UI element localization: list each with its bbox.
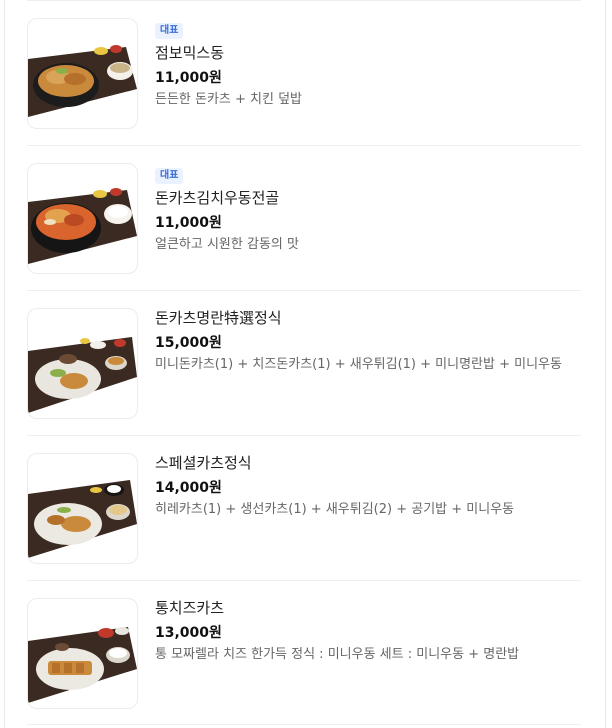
menu-item-name: 점보믹스동: [155, 44, 225, 62]
menu-item-name: 통치즈카츠: [155, 599, 225, 617]
cheese-katsu-set-photo: [27, 598, 138, 709]
signature-badge: 대표: [155, 23, 184, 39]
kimchi-udon-hotpot-photo: [27, 163, 138, 274]
menu-item-price: 11,000원: [155, 215, 222, 231]
menu-item-name: 스페셜카츠정식: [155, 454, 252, 472]
menu-item-name: 돈카츠김치우동전골: [155, 189, 280, 207]
right-divider: [605, 0, 606, 728]
menu-item-cheese-katsu[interactable]: 통치즈카츠 13,000원 통 모짜렐라 치즈 한가득 정식 : 미니우동 세트…: [27, 580, 581, 725]
menu-item-info: 돈카츠명란特選정식 15,000원 미니돈카츠(1) + 치즈돈카츠(1) + …: [155, 308, 581, 374]
menu-page: 대표 점보믹스동 11,000원 든든한 돈카츠 + 치킨 덮밥 대표 돈카츠김…: [0, 0, 612, 728]
menu-item-description: 미니돈카츠(1) + 치즈돈카츠(1) + 새우튀김(1) + 미니명란밥 + …: [155, 357, 562, 372]
menu-item-description: 얼큰하고 시원한 감동의 맛: [155, 237, 299, 252]
menu-item-info: 스페셜카츠정식 14,000원 히레카츠(1) + 생선카츠(1) + 새우튀김…: [155, 453, 581, 519]
menu-item-description: 통 모짜렐라 치즈 한가득 정식 : 미니우동 세트 : 미니우동 + 명란밥: [155, 647, 520, 662]
menu-item-info: 대표 점보믹스동 11,000원 든든한 돈카츠 + 치킨 덮밥: [155, 18, 581, 109]
special-katsu-set-photo: [27, 453, 138, 564]
menu-item-price: 11,000원: [155, 70, 222, 86]
menu-item-description: 든든한 돈카츠 + 치킨 덮밥: [155, 92, 303, 107]
menu-item-jumbo-mix[interactable]: 대표 점보믹스동 11,000원 든든한 돈카츠 + 치킨 덮밥: [27, 0, 581, 145]
menu-item-kimchi-udon[interactable]: 대표 돈카츠김치우동전골 11,000원 얼큰하고 시원한 감동의 맛: [27, 145, 581, 290]
menu-item-description: 히레카츠(1) + 생선카츠(1) + 새우튀김(2) + 공기밥 + 미니우동: [155, 502, 515, 517]
left-divider: [4, 0, 5, 728]
menu-item-info: 대표 돈카츠김치우동전골 11,000원 얼큰하고 시원한 감동의 맛: [155, 163, 581, 254]
mentaiko-set-photo: [27, 308, 138, 419]
jumbo-mix-bowl-photo: [27, 18, 138, 129]
signature-badge: 대표: [155, 168, 184, 184]
menu-item-name: 돈카츠명란特選정식: [155, 309, 282, 327]
menu-list: 대표 점보믹스동 11,000원 든든한 돈카츠 + 치킨 덮밥 대표 돈카츠김…: [27, 0, 581, 725]
menu-item-info: 통치즈카츠 13,000원 통 모짜렐라 치즈 한가득 정식 : 미니우동 세트…: [155, 598, 581, 664]
menu-item-price: 15,000원: [155, 335, 222, 351]
menu-item-price: 13,000원: [155, 625, 222, 641]
menu-item-price: 14,000원: [155, 480, 222, 496]
menu-item-special-katsu-set[interactable]: 스페셜카츠정식 14,000원 히레카츠(1) + 생선카츠(1) + 새우튀김…: [27, 435, 581, 580]
menu-item-mentaiko-set[interactable]: 돈카츠명란特選정식 15,000원 미니돈카츠(1) + 치즈돈카츠(1) + …: [27, 290, 581, 435]
